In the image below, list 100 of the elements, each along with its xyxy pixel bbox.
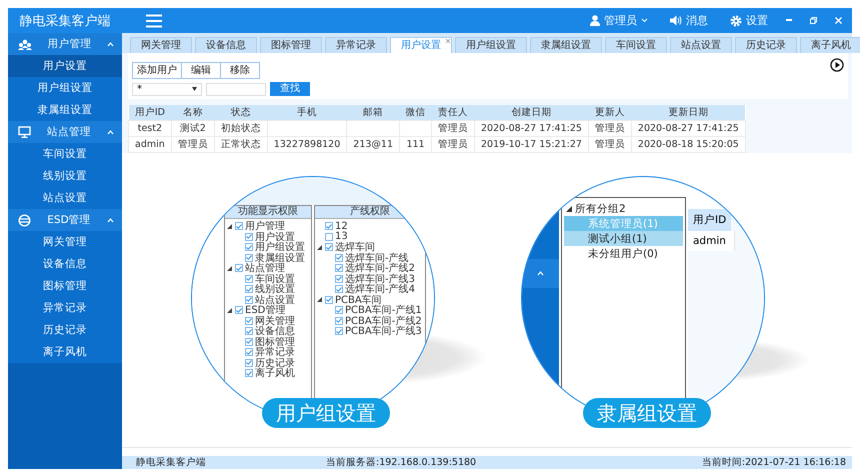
tree-item-label: 选焊车间-产线2	[345, 262, 415, 274]
monitor-icon	[18, 126, 31, 138]
checkbox[interactable]	[335, 274, 343, 283]
expander-icon[interactable]	[566, 206, 572, 212]
checkbox[interactable]	[335, 306, 343, 314]
search-button[interactable]: 查找	[270, 82, 310, 96]
checkbox[interactable]	[245, 338, 253, 346]
checkbox[interactable]	[245, 348, 253, 356]
sidebar-item[interactable]: 用户组设置	[8, 77, 122, 99]
checkbox[interactable]	[245, 232, 253, 241]
checkbox[interactable]	[325, 232, 333, 241]
caret-icon[interactable]	[107, 42, 114, 46]
search-field[interactable]	[206, 82, 266, 96]
tree-item-label: 车间设置	[255, 272, 295, 285]
checkbox[interactable]	[235, 264, 243, 272]
checkbox[interactable]	[335, 285, 343, 294]
sidebar-item[interactable]: 异常记录	[8, 297, 122, 319]
tree-item-label: 用户设置	[255, 230, 295, 243]
expander-icon[interactable]	[227, 224, 232, 229]
checkbox[interactable]	[335, 264, 343, 272]
settings-icon	[730, 14, 742, 26]
tab[interactable]: 隶属组设置	[530, 37, 602, 53]
checkbox[interactable]	[335, 327, 343, 336]
globe-icon	[18, 214, 31, 226]
minimize-icon[interactable]	[786, 19, 792, 22]
tree-item[interactable]: 未分组用户(0)	[564, 246, 683, 261]
tab[interactable]: 异常记录	[325, 37, 387, 53]
sidebar-item[interactable]: 线别设置	[8, 165, 122, 187]
checkbox[interactable]	[245, 274, 253, 283]
expander-icon[interactable]	[317, 244, 322, 250]
caret-icon	[641, 18, 648, 23]
sidebar-group[interactable]: 站点管理	[8, 121, 122, 143]
column-header: 用户ID	[688, 209, 732, 231]
tree-item-label: PCBA车间	[335, 294, 382, 306]
sidebar-item[interactable]: 隶属组设置	[8, 99, 122, 121]
tab[interactable]: 历史记录	[735, 37, 797, 53]
tree-item[interactable]: 测试小组(1)	[564, 231, 683, 246]
restore-icon[interactable]	[810, 17, 817, 24]
sidebar-item[interactable]: 网关管理	[8, 231, 122, 253]
settings-button[interactable]: 设置	[730, 13, 768, 28]
user-menu[interactable]: 管理员	[590, 13, 648, 28]
play-icon[interactable]	[830, 58, 844, 72]
sidebar-item[interactable]: 离子风机	[8, 341, 122, 363]
tab[interactable]: 车间设置	[605, 37, 667, 53]
checkbox[interactable]	[245, 285, 253, 294]
horizontal-scrollbar[interactable]	[122, 447, 852, 456]
caret-icon[interactable]	[537, 271, 544, 276]
close-icon[interactable]	[446, 39, 450, 43]
checkbox[interactable]	[235, 222, 243, 230]
tab[interactable]: 网关管理	[130, 37, 192, 53]
tab[interactable]: 图标管理	[260, 37, 322, 53]
sidebar-group[interactable]: ESD管理	[8, 209, 122, 231]
tree-item-label: 图标管理	[255, 336, 295, 348]
tab[interactable]: 用户组设置	[455, 37, 527, 53]
caret-icon[interactable]	[107, 218, 114, 222]
sidebar-item[interactable]: 历史记录	[8, 319, 122, 341]
menu-icon[interactable]	[146, 14, 162, 28]
expander-icon[interactable]	[317, 297, 322, 302]
sidebar-item[interactable]: 用户设置	[8, 55, 122, 77]
checkbox[interactable]	[245, 369, 253, 378]
checkbox[interactable]	[325, 222, 333, 230]
tree-item-label: 异常记录	[255, 346, 295, 358]
checkbox[interactable]	[245, 254, 253, 262]
dropdown-arrow-icon	[192, 87, 197, 91]
tab[interactable]: 设备信息	[195, 37, 257, 53]
messages-button[interactable]: 消息	[670, 13, 708, 28]
tab[interactable]: 离子风机	[800, 37, 860, 53]
checkbox[interactable]	[325, 296, 333, 304]
status-app-name: 静电采集客户端	[136, 456, 206, 469]
sidebar-item[interactable]: 设备信息	[8, 253, 122, 275]
tree-item[interactable]: 所有分组2	[564, 201, 683, 216]
checkbox[interactable]	[245, 358, 253, 367]
column-header: 名称	[171, 105, 214, 120]
sidebar-item[interactable]: 车间设置	[8, 143, 122, 165]
panel-header: 功能显示权限	[225, 206, 311, 219]
checkbox[interactable]	[235, 306, 243, 314]
filter-dropdown[interactable]: *	[132, 82, 202, 96]
sidebar-group[interactable]: 用户管理	[8, 33, 122, 55]
checkbox[interactable]	[245, 296, 253, 304]
checkbox[interactable]	[325, 243, 333, 252]
tree-item-label: PCBA车间-产线3	[345, 326, 422, 338]
table-cell: admin	[688, 231, 735, 251]
checkbox[interactable]	[335, 316, 343, 325]
checkbox[interactable]	[245, 316, 253, 325]
expander-icon[interactable]	[227, 266, 232, 271]
column-header: 责任人	[432, 105, 475, 120]
expander-icon[interactable]	[227, 308, 232, 313]
tree-item-label: 选焊车间-产线	[345, 252, 409, 264]
checkbox[interactable]	[245, 243, 253, 252]
tab[interactable]: 站点设置	[670, 37, 732, 53]
tab[interactable]: 用户设置	[390, 37, 452, 53]
checkbox[interactable]	[335, 254, 343, 262]
caret-icon[interactable]	[107, 130, 114, 134]
sidebar-item[interactable]: 站点设置	[8, 187, 122, 209]
checkbox[interactable]	[245, 327, 253, 336]
sidebar-item[interactable]: 图标管理	[8, 275, 122, 297]
speaker-icon	[670, 15, 682, 26]
table-cell: 初始状态	[214, 120, 268, 136]
tree-item-label: 用户组设置	[255, 242, 305, 254]
caption-label: 隶属组设置	[583, 398, 711, 428]
